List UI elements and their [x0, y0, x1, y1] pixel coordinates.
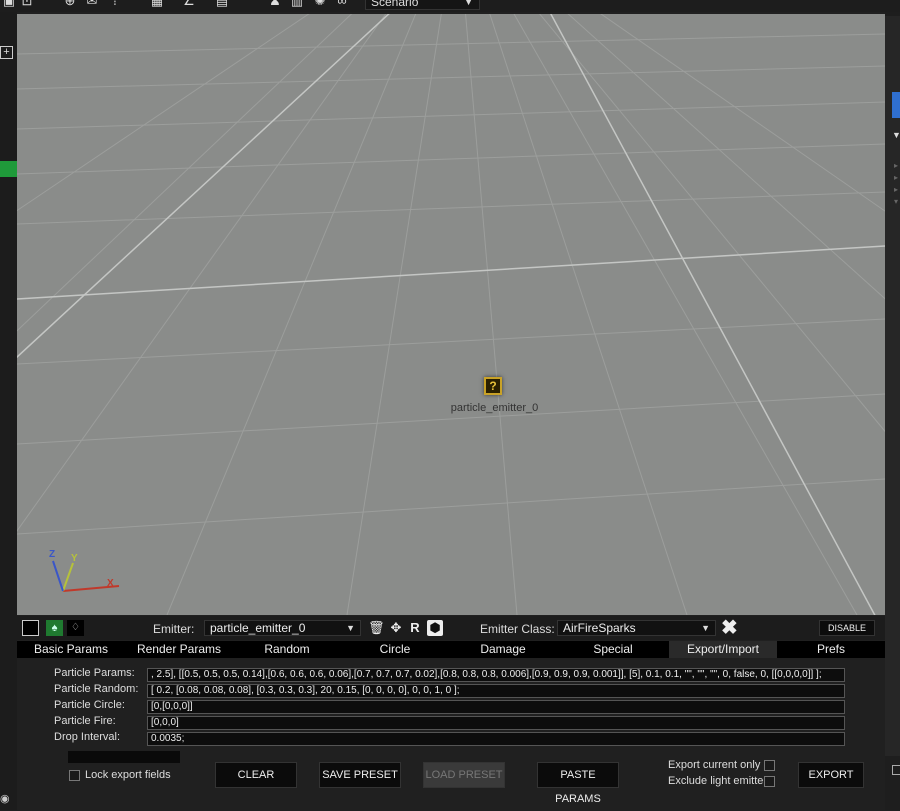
particle-circle-label: Particle Circle:: [54, 699, 125, 711]
tab-basic-params[interactable]: Basic Params: [17, 641, 125, 658]
emitter-class-value: AirFireSparks: [563, 621, 636, 635]
ground-grid: [17, 14, 885, 615]
export-button[interactable]: EXPORT: [798, 762, 864, 788]
lock-export-strip: [68, 751, 180, 763]
save-preset-button[interactable]: SAVE PRESET: [319, 762, 401, 788]
scenario-label: Scenario: [371, 0, 419, 9]
lock-export-checkbox[interactable]: [69, 770, 80, 781]
black-square-button[interactable]: [22, 620, 39, 636]
top-toolbar: ▣ ⊡ ⊕ ✉ ⇡ ▦ ∠ ▤ ♟ ▥ ✺ ∞ Scenario ▼: [0, 0, 900, 12]
lightbulb-icon[interactable]: ✺: [313, 0, 327, 8]
drop-interval-field[interactable]: 0.0035;: [147, 732, 845, 746]
tab-random[interactable]: Random: [233, 641, 341, 658]
save-icon[interactable]: ▣: [2, 0, 16, 8]
export-current-checkbox[interactable]: [764, 760, 775, 771]
tab-damage[interactable]: Damage: [449, 641, 557, 658]
export-current-label: Export current only: [668, 759, 761, 771]
export-panel: Particle Params: , 2.5], [[0.5, 0.5, 0.5…: [17, 658, 885, 810]
axis-x-label: X: [107, 578, 114, 589]
right-panel-button[interactable]: [892, 92, 900, 118]
particle-fire-field[interactable]: [0,0,0]: [147, 716, 845, 730]
close-icon[interactable]: ✖: [721, 618, 738, 638]
drop-interval-label: Drop Interval:: [54, 731, 121, 743]
emitter-bar: ♠ ♢ Emitter: particle_emitter_0 ▼ 🗑 ✥ R …: [17, 616, 885, 640]
lock-export-label: Lock export fields: [85, 769, 171, 781]
chevron-down-icon: ▼: [346, 623, 355, 633]
grid-icon[interactable]: ▦: [150, 0, 164, 8]
paste-params-button[interactable]: PASTE PARAMS: [537, 762, 619, 805]
reset-icon[interactable]: R: [407, 620, 423, 636]
frame-icon[interactable]: ⊡: [20, 0, 34, 8]
exclude-light-label: Exclude light emitters: [668, 775, 773, 787]
clear-button[interactable]: CLEAR: [215, 762, 297, 788]
sidebar-active-marker[interactable]: [0, 161, 17, 177]
particle-params-field[interactable]: , 2.5], [[0.5, 0.5, 0.5, 0.14],[0.6, 0.6…: [147, 668, 845, 682]
emitter-class-label: Emitter Class:: [480, 622, 555, 636]
fire-icon[interactable]: ♠: [46, 620, 63, 636]
emitter-name-label: particle_emitter_0: [450, 402, 539, 414]
eye-icon[interactable]: ◉: [0, 792, 10, 805]
chevron-down-icon: ▼: [464, 0, 473, 7]
3d-viewport[interactable]: ? particle_emitter_0 X Y Z: [17, 14, 885, 615]
emitter-label: Emitter:: [153, 622, 195, 636]
axis-z-label: Z: [49, 549, 56, 560]
emitter-gizmo-icon[interactable]: ?: [484, 377, 502, 395]
tab-circle[interactable]: Circle: [341, 641, 449, 658]
person-icon[interactable]: ♟: [268, 0, 282, 8]
emitter-select[interactable]: particle_emitter_0 ▼: [204, 620, 361, 636]
particle-random-label: Particle Random:: [54, 683, 139, 695]
mail-icon[interactable]: ✉: [85, 0, 99, 8]
emitter-class-select[interactable]: AirFireSparks ▼: [557, 620, 716, 636]
particle-circle-field[interactable]: [0,[0,0,0]]: [147, 700, 845, 714]
particle-params-label: Particle Params:: [54, 667, 135, 679]
tab-bar: Basic Params Render Params Random Circle…: [17, 641, 885, 658]
right-panel: [885, 16, 900, 756]
chevron-down-icon: ▼: [701, 623, 710, 633]
light-icon[interactable]: ♢: [67, 620, 84, 636]
globe-icon[interactable]: ⊕: [63, 0, 77, 8]
axis-gizmo-icon: [52, 560, 120, 592]
add-icon[interactable]: +: [0, 46, 13, 59]
move-icon[interactable]: ✥: [388, 620, 404, 636]
tab-prefs[interactable]: Prefs: [777, 641, 885, 658]
angle-icon[interactable]: ∠: [182, 0, 196, 8]
tab-special[interactable]: Special: [557, 641, 669, 658]
glasses-icon[interactable]: ∞: [335, 0, 349, 8]
scenario-dropdown[interactable]: Scenario ▼: [365, 0, 480, 10]
particle-fire-label: Particle Fire:: [54, 715, 116, 727]
axis-y-label: Y: [71, 553, 78, 564]
tab-render-params[interactable]: Render Params: [125, 641, 233, 658]
left-sidebar: +: [0, 12, 17, 810]
trash-icon[interactable]: 🗑: [368, 620, 385, 636]
right-checkbox[interactable]: [892, 765, 900, 775]
chevron-down-icon[interactable]: ▼: [892, 130, 900, 140]
disable-button[interactable]: DISABLE: [819, 620, 875, 636]
buildings-icon[interactable]: ▥: [290, 0, 304, 8]
upload-icon[interactable]: ⇡: [108, 0, 122, 8]
particle-random-field[interactable]: [ 0.2, [0.08, 0.08, 0.08], [0.3, 0.3, 0.…: [147, 684, 845, 698]
clipboard-icon[interactable]: ▤: [215, 0, 229, 8]
load-preset-button[interactable]: LOAD PRESET: [423, 762, 505, 788]
exclude-light-checkbox[interactable]: [764, 776, 775, 787]
emitter-select-value: particle_emitter_0: [210, 621, 306, 635]
cube-icon[interactable]: ⬢: [427, 620, 443, 636]
tree-arrows: ▸ ▸ ▸ ▾: [894, 161, 899, 206]
tab-export-import[interactable]: Export/Import: [669, 641, 777, 658]
